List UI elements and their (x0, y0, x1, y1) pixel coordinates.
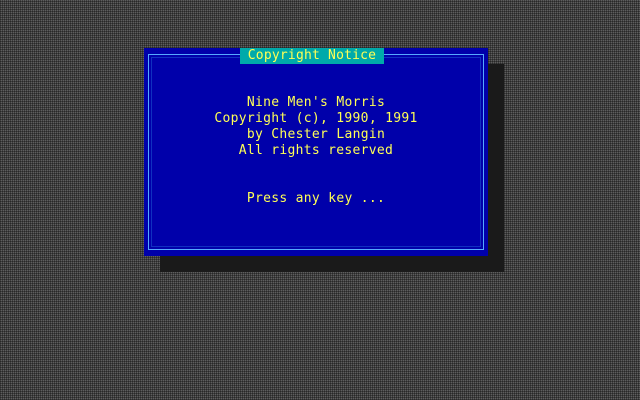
rights-line: All rights reserved (238, 143, 394, 158)
game-title: Nine Men's Morris (246, 95, 386, 110)
copyright-line: Copyright (c), 1990, 1991 (214, 111, 418, 126)
press-any-key-prompt[interactable]: Press any key ... (144, 191, 488, 207)
author-line: by Chester Langin (246, 127, 386, 142)
copyright-dialog[interactable]: Copyright Notice Nine Men's Morris Copyr… (144, 48, 488, 256)
dialog-title: Copyright Notice (240, 48, 384, 64)
